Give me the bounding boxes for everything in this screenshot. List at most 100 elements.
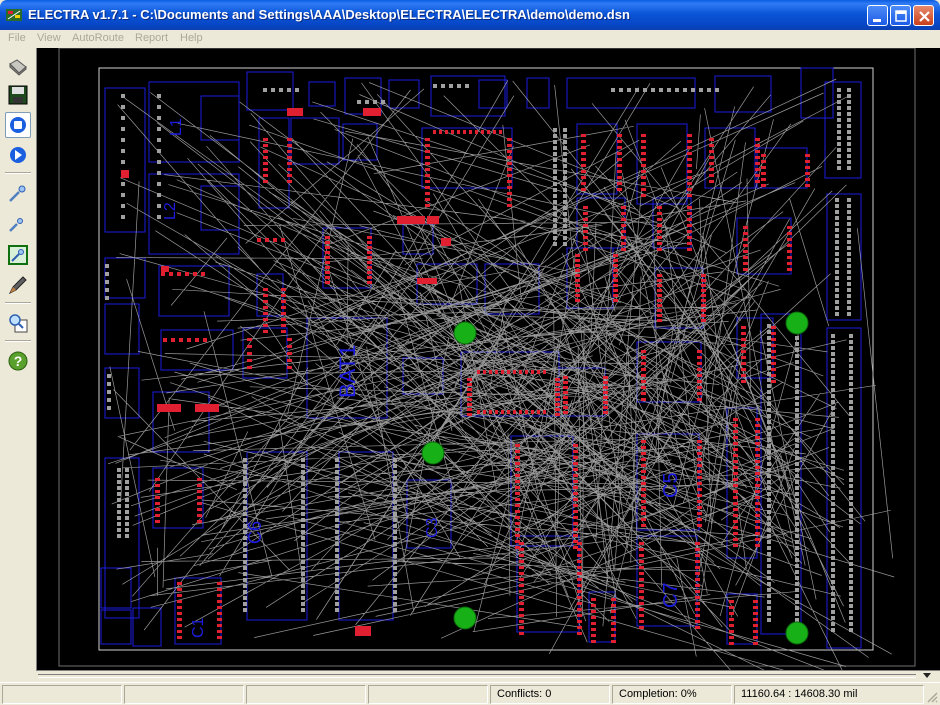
pad	[287, 366, 292, 369]
pad	[287, 345, 292, 348]
pin	[767, 582, 771, 586]
pad	[519, 560, 524, 563]
pad	[657, 206, 662, 209]
pin	[835, 312, 839, 316]
pin	[335, 602, 339, 606]
pin	[393, 608, 397, 612]
pad-large	[397, 216, 425, 224]
pin	[335, 566, 339, 570]
help-icon: ?	[8, 351, 28, 371]
menu-report[interactable]: Report	[135, 32, 168, 44]
zoom-fit-button[interactable]	[5, 242, 31, 268]
menu-view[interactable]: View	[37, 32, 61, 44]
pin	[795, 354, 799, 358]
pin	[121, 116, 125, 120]
maximize-button[interactable]	[890, 5, 911, 26]
pin	[335, 476, 339, 480]
save-button[interactable]	[5, 82, 31, 108]
pin	[393, 506, 397, 510]
title-bar[interactable]: ELECTRA v1.7.1 - C:\Documents and Settin…	[0, 0, 940, 30]
pad	[729, 630, 734, 633]
menu-help[interactable]: Help	[180, 32, 203, 44]
pad	[641, 476, 646, 479]
pin	[301, 500, 305, 504]
pad	[515, 456, 520, 459]
stop-button[interactable]	[5, 112, 31, 138]
pin	[849, 376, 853, 380]
pin	[847, 264, 851, 268]
pad	[573, 498, 578, 501]
pad	[531, 370, 534, 374]
pin	[301, 536, 305, 540]
pad	[755, 466, 760, 469]
pin	[121, 193, 125, 197]
pin	[795, 558, 799, 562]
pin	[849, 568, 853, 572]
pin	[553, 128, 557, 132]
help-button[interactable]: ?	[5, 348, 31, 374]
pin	[243, 488, 247, 492]
pad	[695, 614, 700, 617]
pin	[795, 546, 799, 550]
pad	[573, 522, 578, 525]
pad	[733, 478, 738, 481]
pin	[831, 340, 835, 344]
pin	[563, 146, 567, 150]
pin	[831, 538, 835, 542]
minimize-button[interactable]	[867, 5, 888, 26]
pad	[155, 508, 160, 511]
pin	[279, 88, 283, 92]
pad	[501, 410, 504, 414]
pad	[701, 279, 706, 282]
pad	[325, 246, 330, 249]
pin	[243, 506, 247, 510]
pin	[837, 88, 841, 92]
menu-file[interactable]: File	[8, 32, 26, 44]
pin	[849, 538, 853, 542]
pcb-canvas[interactable]: L1 L2 BAT1 C7 C5 C6 C3 C1	[36, 48, 940, 670]
pad	[697, 374, 702, 377]
pad	[697, 440, 702, 443]
pad	[603, 386, 608, 389]
zoom-out-button[interactable]	[5, 210, 31, 236]
pin	[847, 154, 851, 158]
component-outline	[478, 79, 508, 109]
pad	[695, 554, 700, 557]
menu-autoroute[interactable]: AutoRoute	[72, 32, 124, 44]
close-button[interactable]	[913, 5, 934, 26]
pin	[699, 88, 703, 92]
pin	[767, 336, 771, 340]
pad	[563, 396, 568, 399]
open-button[interactable]	[5, 54, 31, 80]
pin	[563, 128, 567, 132]
pad	[639, 542, 644, 545]
pin	[553, 164, 557, 168]
resize-grip-icon[interactable]	[926, 691, 938, 703]
horizontal-scrollbar[interactable]	[36, 670, 940, 682]
pin	[767, 354, 771, 358]
pad	[641, 146, 646, 149]
pad	[457, 130, 460, 134]
scroll-track[interactable]	[38, 674, 916, 678]
pad	[367, 271, 372, 274]
pin	[831, 382, 835, 386]
pad	[577, 608, 582, 611]
pad	[755, 150, 760, 153]
pin	[849, 352, 853, 356]
run-button[interactable]	[5, 142, 31, 168]
pad	[755, 526, 760, 529]
pad	[697, 470, 702, 473]
open-folder-icon	[9, 59, 27, 76]
pad	[543, 370, 546, 374]
pad	[753, 624, 758, 627]
draw-button[interactable]	[5, 272, 31, 298]
pin	[335, 590, 339, 594]
pin	[553, 200, 557, 204]
scroll-right-arrow-icon[interactable]	[922, 672, 932, 680]
pin	[795, 504, 799, 508]
pad	[519, 584, 524, 587]
zoom-in-button[interactable]	[5, 180, 31, 206]
inspect-button[interactable]	[5, 310, 31, 336]
pin	[393, 470, 397, 474]
pad	[687, 188, 692, 191]
